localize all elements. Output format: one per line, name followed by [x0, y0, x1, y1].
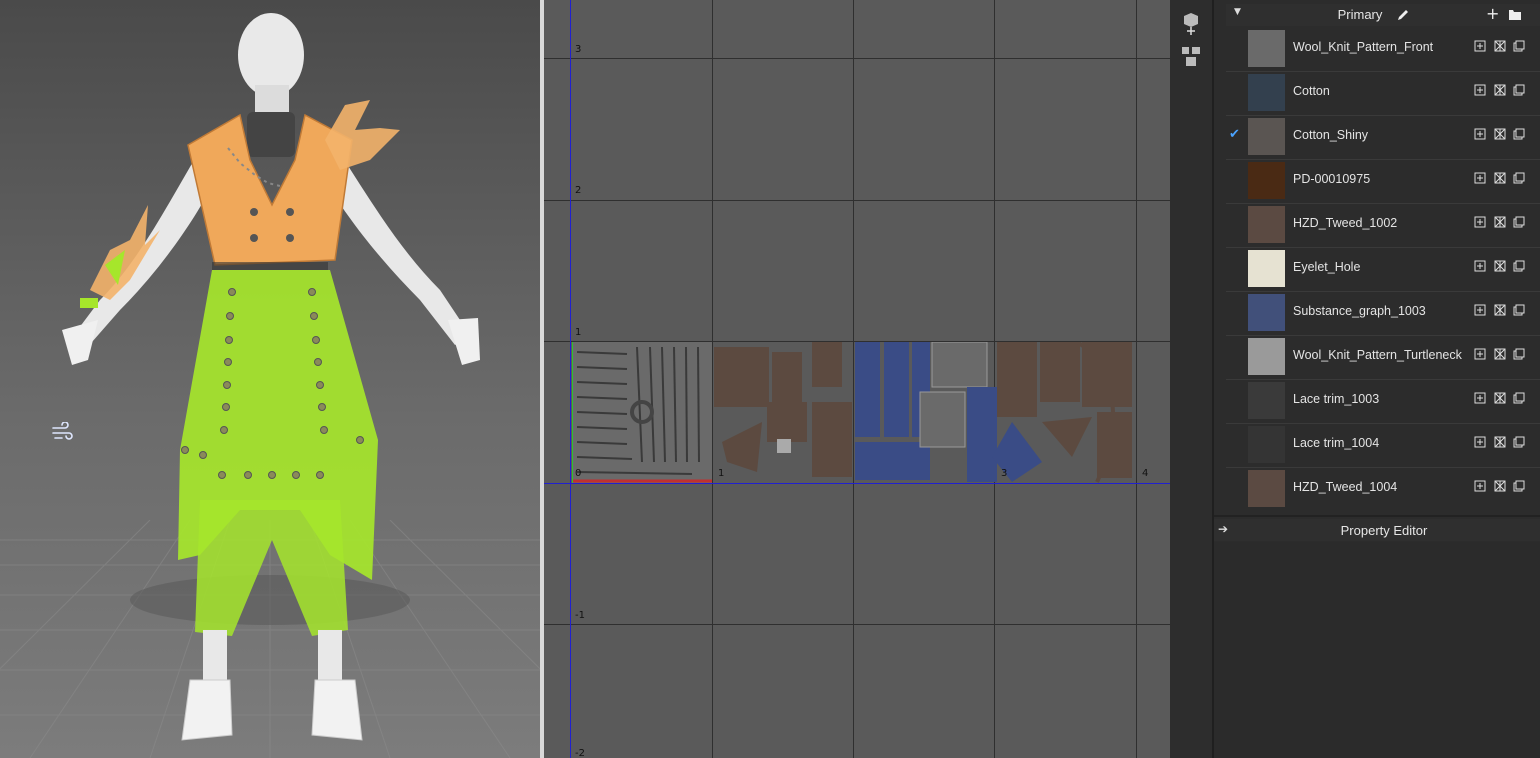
duplicate-material-icon[interactable]	[1513, 260, 1525, 272]
material-thumbnail	[1248, 382, 1285, 419]
add-to-pattern-icon[interactable]	[1474, 392, 1486, 404]
uv-editor-2d-view[interactable]: 3 2 1 -1 -2 0 1 3 4	[544, 0, 1170, 758]
section-title: Primary	[1337, 7, 1383, 22]
grid-line	[544, 200, 1170, 201]
material-thumbnail	[1248, 30, 1285, 67]
avatar-model[interactable]	[0, 0, 540, 758]
material-thumbnail	[1248, 74, 1285, 111]
material-name: HZD_Tweed_1002	[1293, 216, 1398, 230]
add-to-pattern-icon[interactable]	[1474, 304, 1486, 316]
material-section-header: ▼ Primary +	[1226, 4, 1540, 26]
material-name: PD-00010975	[1293, 172, 1371, 186]
property-editor-header[interactable]: ➔ Property Editor	[1214, 519, 1540, 541]
material-thumbnail	[1248, 470, 1285, 507]
duplicate-material-icon[interactable]	[1513, 392, 1525, 404]
apply-texture-icon[interactable]	[1494, 392, 1506, 404]
material-thumbnail	[1248, 338, 1285, 375]
material-list: Wool_Knit_Pattern_Front Cotton ✔ Cotton_Shi…	[1226, 27, 1540, 510]
add-to-pattern-icon[interactable]	[1474, 480, 1486, 492]
duplicate-material-icon[interactable]	[1513, 216, 1525, 228]
apply-texture-icon[interactable]	[1494, 216, 1506, 228]
material-row[interactable]: Wool_Knit_Pattern_Turtleneck	[1226, 335, 1540, 380]
apply-texture-icon[interactable]	[1494, 304, 1506, 316]
apply-texture-icon[interactable]	[1494, 436, 1506, 448]
material-row[interactable]: HZD_Tweed_1004	[1226, 467, 1540, 510]
u-tick-label: 1	[718, 468, 725, 479]
material-row[interactable]: Cotton	[1226, 71, 1540, 116]
duplicate-material-icon[interactable]	[1513, 84, 1525, 96]
garment-pieces-icon[interactable]	[1178, 44, 1204, 68]
apply-texture-icon[interactable]	[1494, 172, 1506, 184]
material-row[interactable]: ✔ Cotton_Shiny	[1226, 115, 1540, 160]
folder-icon[interactable]	[1508, 8, 1522, 21]
add-material-icon[interactable]: +	[1486, 6, 1499, 22]
3d-viewport[interactable]	[0, 0, 540, 758]
uv-arrange-icon[interactable]	[1178, 12, 1204, 36]
material-row[interactable]: Substance_graph_1003	[1226, 291, 1540, 336]
duplicate-material-icon[interactable]	[1513, 40, 1525, 52]
rename-pencil-icon[interactable]	[1396, 8, 1410, 22]
add-to-pattern-icon[interactable]	[1474, 216, 1486, 228]
material-row[interactable]: Wool_Knit_Pattern_Front	[1226, 27, 1540, 72]
uv-layout-strip[interactable]	[572, 342, 1138, 483]
material-row[interactable]: Eyelet_Hole	[1226, 247, 1540, 292]
duplicate-material-icon[interactable]	[1513, 436, 1525, 448]
apply-texture-icon[interactable]	[1494, 348, 1506, 360]
material-name: Wool_Knit_Pattern_Turtleneck	[1293, 348, 1462, 362]
duplicate-material-icon[interactable]	[1513, 480, 1525, 492]
v-tick-label: -2	[575, 748, 585, 758]
v-tick-label: -1	[575, 610, 585, 621]
material-thumbnail	[1248, 206, 1285, 243]
v-tick-label: 1	[575, 327, 582, 338]
material-name: Wool_Knit_Pattern_Front	[1293, 40, 1434, 54]
wind-icon[interactable]	[50, 422, 74, 444]
material-thumbnail	[1248, 162, 1285, 199]
property-editor-body	[1214, 542, 1540, 758]
duplicate-material-icon[interactable]	[1513, 304, 1525, 316]
material-row[interactable]: Lace trim_1003	[1226, 379, 1540, 424]
duplicate-material-icon[interactable]	[1513, 128, 1525, 140]
material-name: Cotton_Shiny	[1293, 128, 1369, 142]
checkmark-icon: ✔	[1229, 127, 1240, 142]
duplicate-material-icon[interactable]	[1513, 172, 1525, 184]
u-axis-line	[544, 483, 1170, 484]
add-to-pattern-icon[interactable]	[1474, 260, 1486, 272]
material-name: Substance_graph_1003	[1293, 304, 1426, 318]
apply-texture-icon[interactable]	[1494, 260, 1506, 272]
apply-texture-icon[interactable]	[1494, 480, 1506, 492]
material-name: HZD_Tweed_1004	[1293, 480, 1398, 494]
material-row[interactable]: PD-00010975	[1226, 159, 1540, 204]
section-divider[interactable]	[1214, 515, 1540, 517]
material-row[interactable]: Lace trim_1004	[1226, 423, 1540, 468]
v-tick-label: 2	[575, 185, 582, 196]
add-to-pattern-icon[interactable]	[1474, 84, 1486, 96]
u-tick-label: 3	[1001, 468, 1008, 479]
material-thumbnail	[1248, 426, 1285, 463]
uv-tool-strip	[1170, 0, 1212, 758]
add-to-pattern-icon[interactable]	[1474, 172, 1486, 184]
apply-texture-icon[interactable]	[1494, 40, 1506, 52]
material-name: Cotton	[1293, 84, 1330, 98]
add-to-pattern-icon[interactable]	[1474, 436, 1486, 448]
u-tick-label: 0	[575, 468, 582, 479]
add-to-pattern-icon[interactable]	[1474, 348, 1486, 360]
material-row[interactable]: HZD_Tweed_1002	[1226, 203, 1540, 248]
v-tick-label: 3	[575, 44, 582, 55]
apply-texture-icon[interactable]	[1494, 84, 1506, 96]
material-thumbnail	[1248, 118, 1285, 155]
add-to-pattern-icon[interactable]	[1474, 128, 1486, 140]
v-axis-line	[570, 0, 571, 758]
material-name: Eyelet_Hole	[1293, 260, 1361, 274]
add-to-pattern-icon[interactable]	[1474, 40, 1486, 52]
material-name: Lace trim_1004	[1293, 436, 1380, 450]
material-thumbnail	[1248, 250, 1285, 287]
grid-line	[544, 58, 1170, 59]
grid-line	[544, 624, 1170, 625]
apply-texture-icon[interactable]	[1494, 128, 1506, 140]
duplicate-material-icon[interactable]	[1513, 348, 1525, 360]
u-tick-label: 4	[1142, 468, 1149, 479]
material-name: Lace trim_1003	[1293, 392, 1380, 406]
material-thumbnail	[1248, 294, 1285, 331]
property-editor-title: Property Editor	[1340, 523, 1428, 538]
